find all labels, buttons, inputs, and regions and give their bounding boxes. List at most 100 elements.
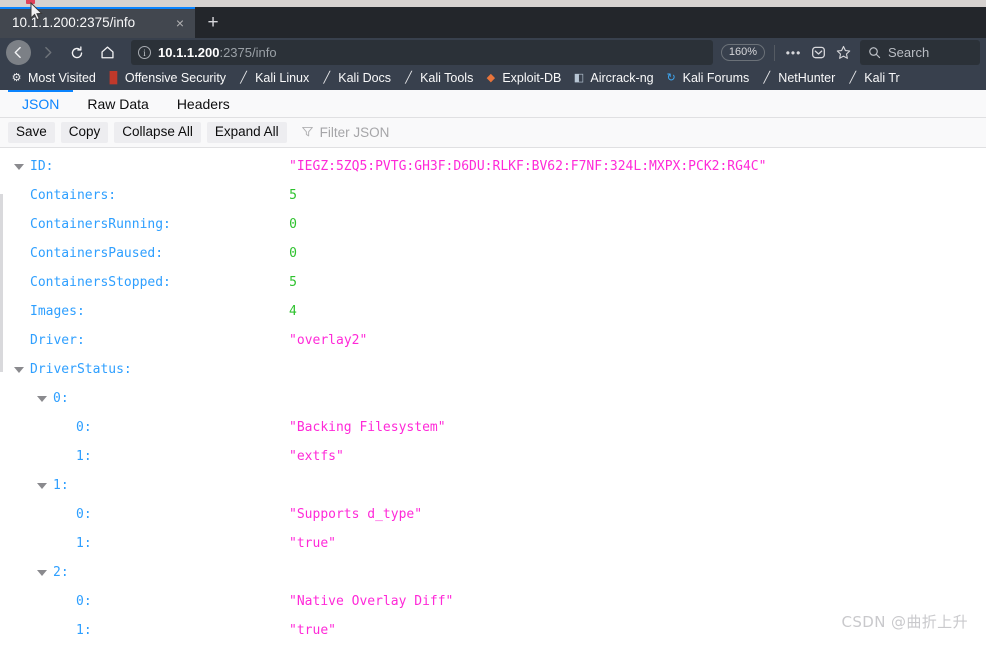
bookmark-label: Kali Linux <box>255 71 310 85</box>
json-row[interactable]: 1: "extfs" <box>0 442 986 471</box>
bookmark-item[interactable]: ╱ Kali Tr <box>841 70 905 87</box>
collapse-all-button[interactable]: Collapse All <box>114 121 201 144</box>
bookmark-favicon-icon: ╱ <box>849 71 857 84</box>
json-key: 1: <box>53 478 69 493</box>
bookmark-favicon-icon: ╱ <box>240 71 247 84</box>
bookmark-star-icon[interactable] <box>832 41 855 64</box>
row-spacer <box>60 422 71 433</box>
tab-active[interactable]: 10.1.1.200:2375/info × <box>0 7 195 38</box>
expand-all-button[interactable]: Expand All <box>206 121 287 144</box>
reload-button[interactable] <box>63 40 91 65</box>
bookmark-label: Most Visited <box>28 71 96 85</box>
json-row[interactable]: 1: "true" <box>0 529 986 558</box>
bookmark-favicon-icon: ↻ <box>666 71 676 84</box>
chevron-down-icon[interactable] <box>37 567 48 578</box>
bookmark-label: Kali Tr <box>864 71 900 85</box>
json-row[interactable]: ID: "IEGZ:5ZQ5:PVTG:GH3F:D6DU:RLKF:BV62:F… <box>0 152 986 181</box>
json-key: 1: <box>76 449 92 464</box>
vertical-scrollbar[interactable] <box>0 194 3 372</box>
new-tab-button[interactable]: + <box>195 7 231 38</box>
home-button[interactable] <box>93 40 121 65</box>
json-value: "IEGZ:5ZQ5:PVTG:GH3F:D6DU:RLKF:BV62:F7NF… <box>289 159 767 174</box>
copy-button[interactable]: Copy <box>60 121 109 144</box>
bookmark-label: Offensive Security <box>124 71 227 85</box>
bookmark-favicon-icon: ╱ <box>405 71 412 84</box>
forward-button[interactable] <box>33 40 61 65</box>
json-value: 0 <box>289 217 297 232</box>
bookmark-item[interactable]: ╱ Kali Linux <box>232 70 315 87</box>
bookmark-item[interactable]: ◆ Exploit-DB <box>479 70 567 87</box>
bookmark-favicon-icon: ◧ <box>573 71 585 84</box>
bookmark-favicon-icon: ▐▌ <box>105 71 122 84</box>
tab-json[interactable]: JSON <box>8 90 74 117</box>
chevron-down-icon[interactable] <box>14 364 25 375</box>
json-row[interactable]: DriverStatus: <box>0 355 986 384</box>
bookmark-item[interactable]: ↻ Kali Forums <box>660 70 756 87</box>
tab-bar: 10.1.1.200:2375/info × + <box>0 7 986 38</box>
filter-json-input[interactable]: Filter JSON <box>293 125 390 140</box>
bookmarks-bar: ⚙ Most Visited ▐▌ Offensive Security ╱ Kali L… <box>0 67 986 90</box>
chevron-down-icon[interactable] <box>37 480 48 491</box>
save-button[interactable]: Save <box>8 121 55 144</box>
arrow-right-icon <box>44 46 51 59</box>
bookmark-label: NetHunter <box>778 71 836 85</box>
url-bar[interactable]: i 10.1.1.200:2375/info <box>131 40 713 65</box>
json-value: 4 <box>289 304 297 319</box>
search-bar[interactable]: Search <box>860 40 980 65</box>
viewer-toolbar: Save Copy Collapse All Expand All Filter… <box>0 118 986 148</box>
json-row[interactable]: 2: <box>0 558 986 587</box>
json-row[interactable]: 0: "Native Overlay Diff" <box>0 587 986 616</box>
chevron-down-icon[interactable] <box>37 393 48 404</box>
json-row[interactable]: 1: "true" <box>0 616 986 645</box>
json-row[interactable]: 0: <box>0 384 986 413</box>
row-spacer <box>14 248 25 259</box>
json-row[interactable]: 0: "Supports d_type" <box>0 500 986 529</box>
json-key: DriverStatus: <box>30 362 132 377</box>
row-spacer <box>60 596 71 607</box>
url-path: :2375/info <box>219 45 277 60</box>
json-row[interactable]: 1: <box>0 471 986 500</box>
page-info-icon[interactable]: i <box>138 46 151 59</box>
tab-raw-data[interactable]: Raw Data <box>73 90 162 117</box>
bookmark-item[interactable]: ◧ Aircrack-ng <box>567 70 659 87</box>
filter-placeholder: Filter JSON <box>319 125 390 140</box>
window-close-dot[interactable] <box>26 0 35 4</box>
json-key: 1: <box>76 623 92 638</box>
tab-headers[interactable]: Headers <box>163 90 244 117</box>
json-value: "true" <box>289 536 336 551</box>
json-key: ID: <box>30 159 54 174</box>
tab-title: 10.1.1.200:2375/info <box>12 15 136 30</box>
json-value: 5 <box>289 275 297 290</box>
json-row[interactable]: Driver: "overlay2" <box>0 326 986 355</box>
page-actions-icon[interactable]: ••• <box>782 41 805 64</box>
back-button[interactable] <box>6 40 31 65</box>
json-value: 0 <box>289 246 297 261</box>
navigation-toolbar: i 10.1.1.200:2375/info 160% ••• Search <box>0 38 986 67</box>
bookmark-item[interactable]: ⚙ Most Visited <box>5 70 102 87</box>
bookmark-item[interactable]: ╱ Kali Tools <box>397 70 479 87</box>
viewer-tabs: JSON Raw Data Headers <box>0 90 986 118</box>
json-row[interactable]: ContainersPaused: 0 <box>0 239 986 268</box>
zoom-level-badge[interactable]: 160% <box>720 44 765 61</box>
row-spacer <box>60 451 71 462</box>
bookmark-label: Exploit-DB <box>502 71 562 85</box>
json-key: ContainersPaused: <box>30 246 164 261</box>
pocket-icon[interactable] <box>807 41 830 64</box>
json-value: "Native Overlay Diff" <box>289 594 454 609</box>
close-icon[interactable]: × <box>171 14 189 32</box>
chevron-down-icon[interactable] <box>14 161 25 172</box>
bookmark-item[interactable]: ╱ Kali Docs <box>315 70 397 87</box>
json-key: 0: <box>76 507 92 522</box>
json-row[interactable]: ContainersRunning: 0 <box>0 210 986 239</box>
bookmark-item[interactable]: ╱ NetHunter <box>755 70 841 87</box>
json-row[interactable]: Images: 4 <box>0 297 986 326</box>
json-row[interactable]: 0: "Backing Filesystem" <box>0 413 986 442</box>
json-row[interactable]: ContainersStopped: 5 <box>0 268 986 297</box>
bookmark-label: Kali Docs <box>338 71 392 85</box>
row-spacer <box>60 509 71 520</box>
bookmark-item[interactable]: ▐▌ Offensive Security <box>102 70 232 87</box>
window-titlebar <box>0 0 986 7</box>
json-key: ContainersStopped: <box>30 275 171 290</box>
browser-window: 10.1.1.200:2375/info × + i 10.1.1.200:23… <box>0 0 986 646</box>
json-row[interactable]: Containers: 5 <box>0 181 986 210</box>
